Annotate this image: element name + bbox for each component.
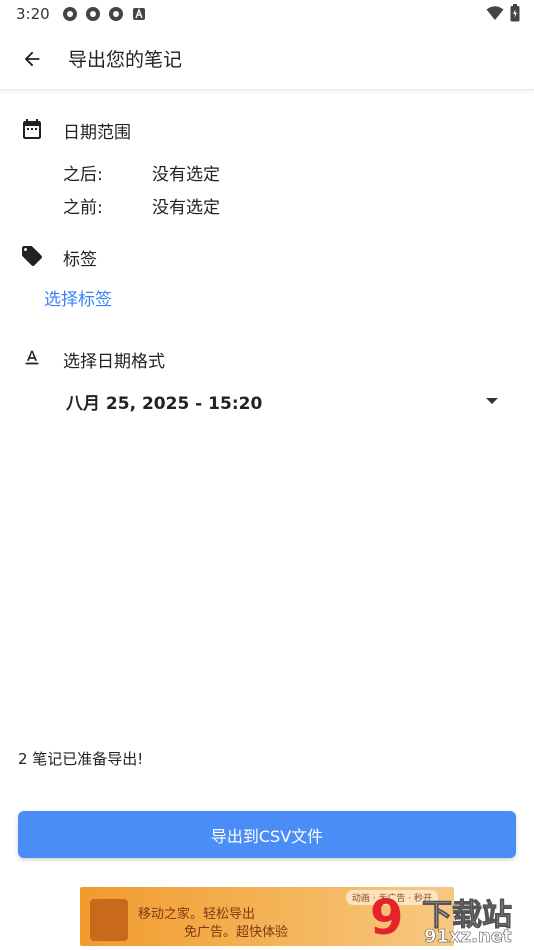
export-csv-button[interactable]: 导出到CSV文件 (18, 811, 516, 858)
calendar-icon (19, 116, 45, 142)
a-box-icon (131, 6, 147, 22)
text-format-icon (19, 345, 45, 371)
ad-line-1: 移动之家。轻松导出 (138, 907, 256, 922)
date-before-value[interactable]: 没有选定 (152, 193, 220, 218)
date-after-value[interactable]: 没有选定 (152, 160, 220, 185)
page-title: 导出您的笔记 (68, 49, 183, 71)
wifi-icon (486, 5, 504, 25)
dropdown-arrow-icon (486, 398, 498, 404)
shopping-bag-icon (90, 899, 128, 941)
android-ring-icon (62, 6, 78, 22)
back-button[interactable] (16, 43, 48, 75)
status-bar: 3:20 (0, 0, 534, 28)
watermark-url: 91xz.net (424, 926, 512, 948)
date-after-row[interactable]: 之后: 没有选定 (63, 160, 220, 185)
tags-title: 标签 (63, 250, 97, 270)
date-format-title: 选择日期格式 (63, 352, 165, 372)
date-after-label: 之后: (63, 165, 103, 185)
status-time: 3:20 (16, 5, 50, 23)
date-before-label: 之前: (63, 198, 103, 218)
notification-icons (62, 6, 147, 22)
android-ring-icon (85, 6, 101, 22)
date-range-title: 日期范围 (63, 123, 131, 143)
date-before-row[interactable]: 之前: 没有选定 (63, 193, 220, 218)
tag-icon (19, 243, 45, 269)
date-format-dropdown[interactable]: 八月 25, 2025 - 15:20 (66, 388, 506, 414)
ad-line-2: 免广告。超快体验 (184, 925, 289, 940)
battery-icon (510, 4, 520, 26)
date-format-selected: 八月 25, 2025 - 15:20 (66, 393, 263, 414)
select-tags-link[interactable]: 选择标签 (44, 285, 112, 310)
arrow-back-icon (24, 51, 40, 66)
watermark-number: 9 (370, 890, 404, 946)
ready-count-text: 2 笔记已准备导出! (18, 750, 144, 768)
system-icons (486, 4, 520, 26)
site-watermark: 9 下载站 91xz.net (370, 888, 530, 948)
android-ring-icon (108, 6, 124, 22)
app-bar: 导出您的笔记 (0, 28, 534, 90)
